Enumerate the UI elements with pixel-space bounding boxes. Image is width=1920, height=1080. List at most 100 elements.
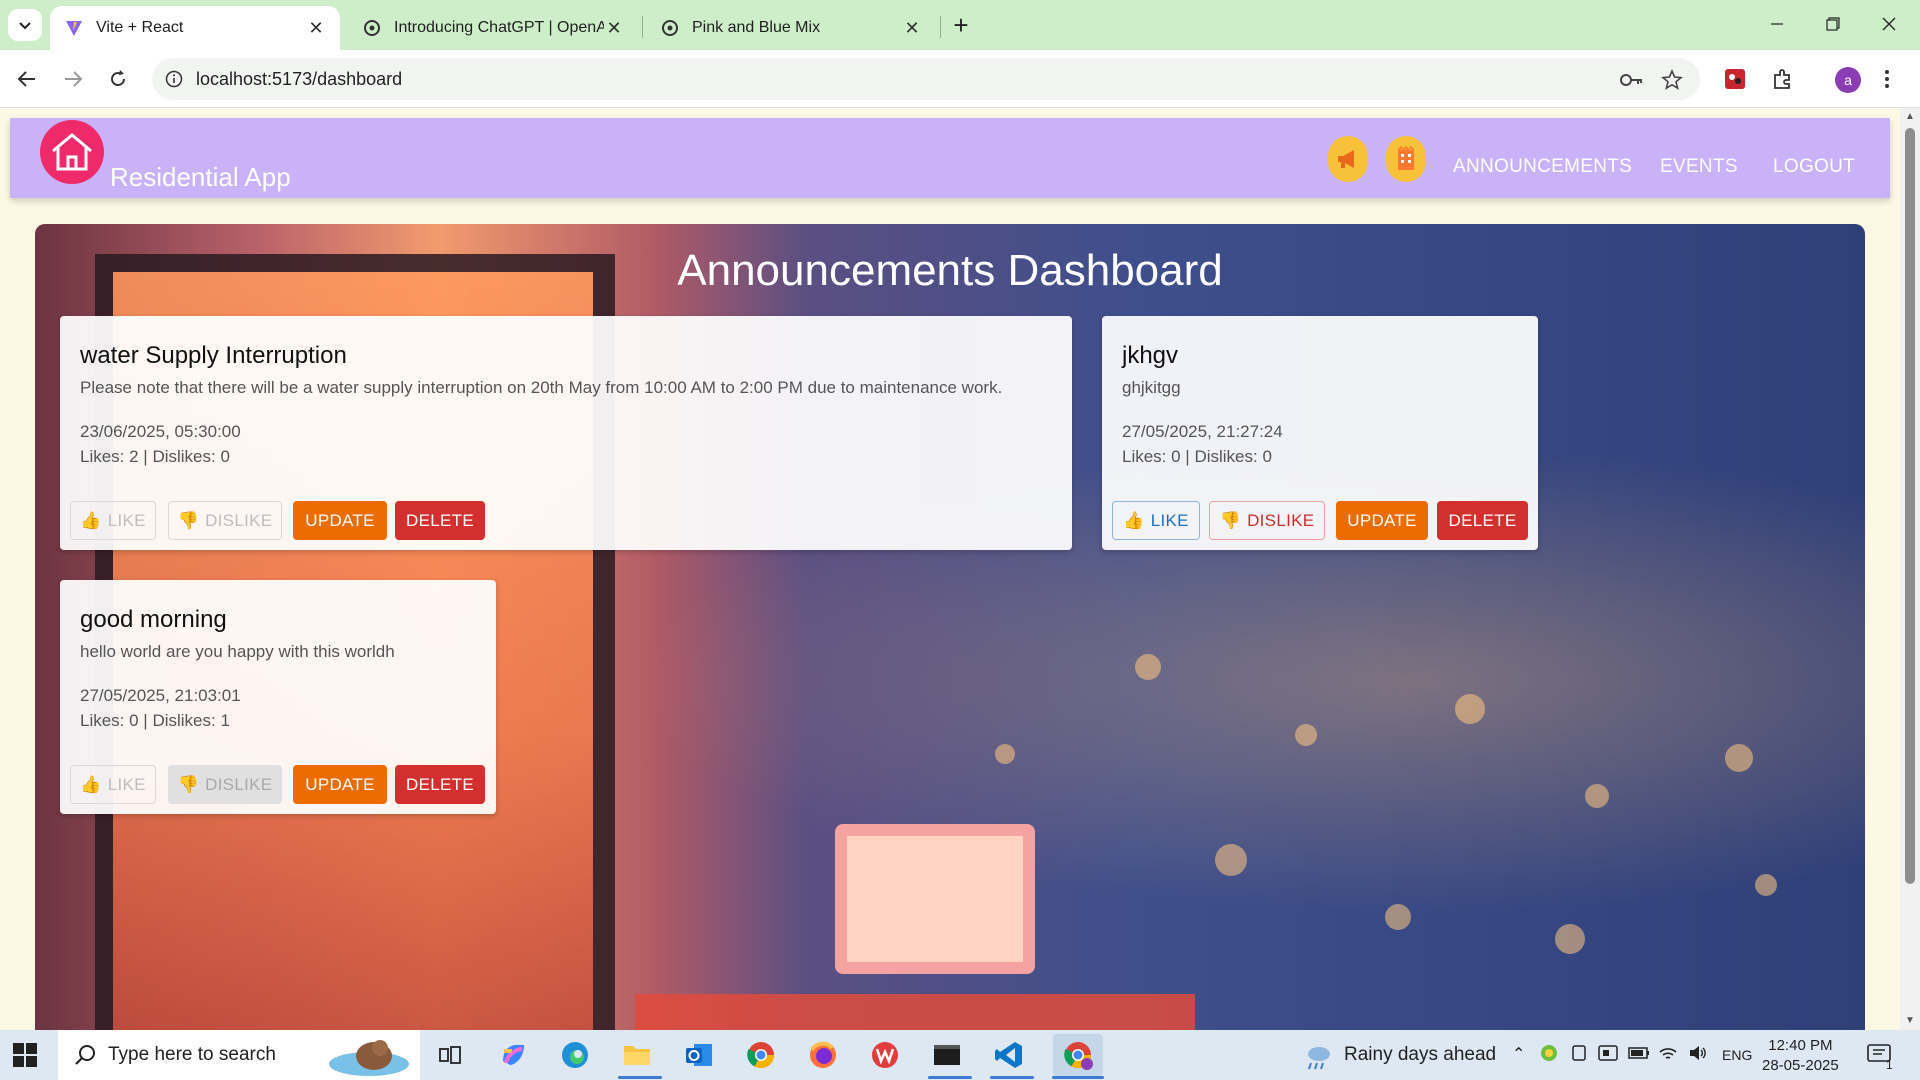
close-icon[interactable]: ✕: [306, 18, 326, 38]
nav-link-logout[interactable]: LOGOUT: [1773, 156, 1855, 178]
close-window-button[interactable]: [1866, 6, 1912, 42]
minimize-button[interactable]: [1754, 6, 1800, 42]
announcement-datetime: 23/06/2025, 05:30:00: [80, 422, 241, 441]
close-icon[interactable]: ✕: [604, 18, 624, 38]
wifi-icon[interactable]: [1658, 1044, 1678, 1067]
tab-pink-blue-mix[interactable]: Pink and Blue Mix ✕: [646, 6, 936, 50]
chevron-up-icon[interactable]: ⌃: [1512, 1044, 1525, 1064]
task-view-icon[interactable]: [432, 1038, 468, 1072]
dislike-button[interactable]: 👎 DISLIKE: [168, 765, 282, 804]
tab-vite-react[interactable]: Vite + React ✕: [50, 6, 340, 50]
edge-browser-icon[interactable]: [557, 1038, 593, 1072]
nav-link-announcements[interactable]: ANNOUNCEMENTS: [1453, 156, 1632, 178]
search-icon: [75, 1045, 95, 1065]
tray-app-icon[interactable]: [1540, 1044, 1558, 1067]
nav-link-events[interactable]: EVENTS: [1660, 156, 1738, 178]
announcement-card: jkhgv ghjkitgg 27/05/2025, 21:27:24 Like…: [1102, 316, 1538, 550]
password-key-icon[interactable]: [1620, 68, 1644, 92]
thumbs-down-icon: 👎: [177, 510, 200, 530]
running-indicator: [618, 1076, 662, 1079]
update-button[interactable]: UPDATE: [1336, 501, 1428, 540]
dislike-label: DISLIKE: [1247, 510, 1315, 530]
announcement-reaction-counts: Likes: 0 | Dislikes: 0: [1122, 447, 1272, 466]
dislike-button[interactable]: 👎 DISLIKE: [168, 501, 282, 540]
taskbar-search-box[interactable]: Type here to search: [58, 1030, 420, 1080]
tab-search-button[interactable]: [8, 9, 42, 41]
weather-rain-icon[interactable]: [1300, 1040, 1336, 1074]
chrome-icon[interactable]: [743, 1038, 779, 1072]
bokeh-light: [1455, 694, 1485, 724]
bokeh-light: [1725, 744, 1753, 772]
extension-colorpick-icon[interactable]: [1720, 64, 1750, 94]
update-button[interactable]: UPDATE: [293, 765, 387, 804]
restore-button[interactable]: [1810, 6, 1856, 42]
dislike-button[interactable]: 👎 DISLIKE: [1209, 501, 1325, 540]
battery-icon[interactable]: [1628, 1044, 1650, 1067]
notification-icon[interactable]: 1: [1862, 1038, 1898, 1072]
url-text[interactable]: localhost:5173/dashboard: [196, 69, 402, 90]
app-title: Residential App: [110, 162, 291, 192]
reload-button[interactable]: [100, 61, 136, 97]
chevron-down-icon: [19, 22, 31, 30]
copilot-icon[interactable]: [495, 1038, 531, 1072]
thumbs-down-icon: 👎: [177, 774, 200, 794]
forward-button[interactable]: [55, 61, 91, 97]
bokeh-light: [1215, 844, 1247, 876]
taskbar-clock[interactable]: 12:40 PM 28-05-2025: [1762, 1036, 1839, 1076]
address-bar[interactable]: localhost:5173/dashboard: [152, 58, 1700, 100]
windows-start-icon[interactable]: [12, 1042, 38, 1068]
tab-separator: [940, 16, 941, 38]
events-building-icon[interactable]: [1386, 136, 1426, 182]
dashboard-heading: Announcements Dashboard: [677, 246, 1223, 295]
update-button[interactable]: UPDATE: [293, 501, 387, 540]
reload-icon: [111, 70, 125, 86]
outlook-icon[interactable]: [681, 1038, 717, 1072]
back-button[interactable]: [9, 61, 45, 97]
announcement-reaction-counts: Likes: 2 | Dislikes: 0: [80, 447, 230, 466]
tray-meet-icon[interactable]: [1598, 1044, 1618, 1067]
clock-date: 28-05-2025: [1762, 1057, 1839, 1074]
thumbs-up-icon: 👍: [1123, 510, 1145, 530]
background-desk-image: [635, 994, 1195, 1030]
bokeh-light: [995, 744, 1015, 764]
announcement-description: hello world are you happy with this worl…: [80, 642, 395, 661]
file-explorer-icon[interactable]: [619, 1038, 655, 1072]
delete-button[interactable]: DELETE: [395, 501, 485, 540]
firefox-icon[interactable]: [805, 1038, 841, 1072]
windows-taskbar: Type here to search Rainy days ahead ⌃ E…: [0, 1030, 1920, 1080]
volume-icon[interactable]: [1688, 1044, 1708, 1067]
vscode-icon[interactable]: [991, 1038, 1027, 1072]
home-logo-icon[interactable]: [40, 120, 104, 184]
page-scrollbar[interactable]: ▲ ▼: [1900, 108, 1920, 1030]
dislike-label: DISLIKE: [205, 774, 273, 794]
language-indicator[interactable]: ENG: [1722, 1047, 1752, 1063]
chrome-profile-active-icon[interactable]: [1053, 1034, 1103, 1076]
site-info-icon[interactable]: [152, 70, 196, 88]
wps-office-icon[interactable]: [867, 1038, 903, 1072]
scrollbar-thumb[interactable]: [1905, 128, 1915, 884]
tab-title: Vite + React: [96, 19, 184, 36]
like-button[interactable]: 👍 LIKE: [70, 501, 156, 540]
more-menu-icon[interactable]: [1872, 64, 1902, 94]
tray-device-icon[interactable]: [1570, 1044, 1588, 1067]
new-tab-button[interactable]: +: [946, 10, 976, 40]
weather-text[interactable]: Rainy days ahead: [1344, 1044, 1496, 1066]
delete-button[interactable]: DELETE: [1437, 501, 1528, 540]
scroll-up-arrow-icon[interactable]: ▲: [1904, 112, 1916, 122]
scroll-down-arrow-icon[interactable]: ▼: [1904, 1016, 1916, 1026]
like-button[interactable]: 👍 LIKE: [1112, 501, 1200, 540]
close-icon[interactable]: ✕: [902, 18, 922, 38]
tab-chatgpt[interactable]: Introducing ChatGPT | OpenAI ✕: [348, 6, 638, 50]
announcement-megaphone-icon[interactable]: [1328, 136, 1368, 182]
like-button[interactable]: 👍 LIKE: [70, 765, 156, 804]
bokeh-light: [1385, 904, 1411, 930]
delete-button[interactable]: DELETE: [395, 765, 485, 804]
clock-time: 12:40 PM: [1768, 1037, 1833, 1054]
profile-avatar[interactable]: a: [1835, 67, 1861, 93]
bookmark-star-icon[interactable]: [1660, 68, 1684, 92]
dashboard-background: Announcements Dashboard water Supply Int…: [35, 224, 1865, 1030]
terminal-icon[interactable]: [929, 1038, 965, 1072]
announcement-description: ghjkitgg: [1122, 378, 1181, 397]
extensions-puzzle-icon[interactable]: [1768, 64, 1798, 94]
announcement-reaction-counts: Likes: 0 | Dislikes: 1: [80, 711, 230, 730]
